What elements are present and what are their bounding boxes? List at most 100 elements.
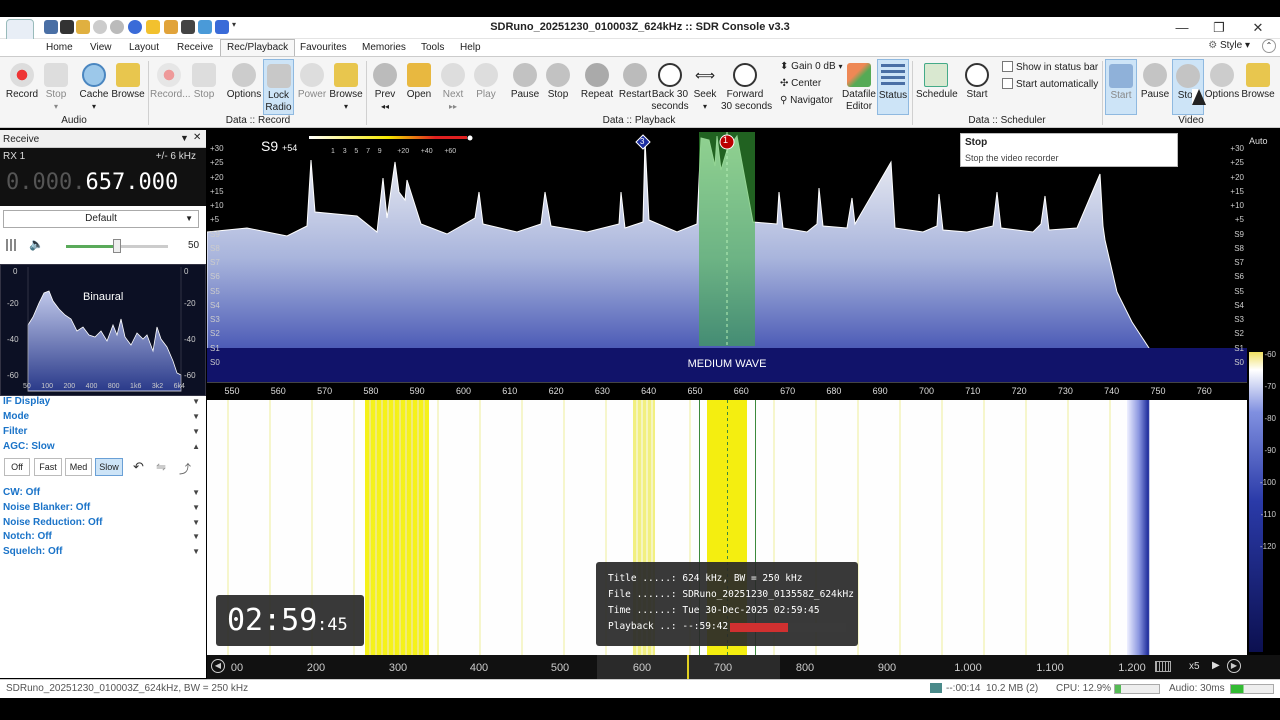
keyboard-icon[interactable] bbox=[1155, 661, 1171, 672]
lock-radio-button[interactable]: Lock Radio bbox=[263, 59, 294, 115]
audio-cache-button[interactable]: Cache ▾ bbox=[77, 59, 111, 115]
audio-stop-button[interactable]: Stop ▾ bbox=[41, 59, 71, 115]
video-icon bbox=[1109, 64, 1133, 88]
menu-help[interactable]: Help bbox=[454, 40, 487, 55]
waterfall-level-scale[interactable]: Auto -60 -70 -80 -90 -100 -110 -120 bbox=[1247, 132, 1280, 655]
section-agc[interactable]: AGC: Slow ▲ bbox=[0, 440, 206, 454]
playback-clock: 02:59 :45 bbox=[216, 595, 364, 646]
panel-menu-icon[interactable]: ▼ bbox=[180, 133, 189, 143]
section-notch[interactable]: Notch: Off ▼ bbox=[0, 530, 206, 544]
graph-icon[interactable]: ⤴ bbox=[179, 460, 191, 477]
playback-progress-fill bbox=[730, 623, 788, 632]
menu-memories[interactable]: Memories bbox=[356, 40, 412, 55]
show-in-status-bar-checkbox[interactable]: Show in status bar bbox=[1002, 61, 1098, 73]
menu-home[interactable]: Home bbox=[40, 40, 79, 55]
preset-dropdown[interactable]: Default ▼ bbox=[3, 210, 199, 228]
forward-30-button[interactable]: Forward 30 seconds bbox=[721, 59, 772, 115]
agc-off-button[interactable]: Off bbox=[4, 458, 30, 476]
minimize-button[interactable]: — bbox=[1167, 19, 1197, 37]
collapse-ribbon-icon[interactable]: ⌃ bbox=[1262, 39, 1276, 53]
next-button[interactable]: Next ▸▸ bbox=[438, 59, 468, 115]
bar-chart-icon[interactable] bbox=[6, 239, 18, 251]
schedule-button[interactable]: Schedule bbox=[916, 59, 958, 115]
auto-button[interactable]: Auto bbox=[1249, 136, 1268, 146]
pencil-icon bbox=[847, 63, 871, 87]
speaker-icon[interactable]: 🔈 bbox=[29, 237, 44, 251]
agc-slow-button[interactable]: Slow bbox=[95, 458, 123, 476]
spectrum-display[interactable]: MEDIUM WAVE 1 3 S9 +54 1 3 5 7 9 +20 +40… bbox=[207, 132, 1247, 382]
menu-rec-playback[interactable]: Rec/Playback bbox=[220, 39, 296, 56]
menu-tools[interactable]: Tools bbox=[415, 40, 450, 55]
video-pause-button[interactable]: Pause bbox=[1139, 59, 1171, 115]
open-button[interactable]: Open bbox=[404, 59, 434, 115]
repeat-button[interactable]: Repeat bbox=[579, 59, 615, 115]
style-menu[interactable]: ⚙ Style ▾ bbox=[1208, 40, 1250, 51]
datafile-editor-button[interactable]: Datafile Editor bbox=[842, 59, 876, 115]
menu-layout[interactable]: Layout bbox=[123, 40, 165, 55]
playback-stop-button[interactable]: Stop bbox=[543, 59, 573, 115]
y-left-3: -60 bbox=[7, 371, 19, 380]
play-button[interactable]: Play bbox=[471, 59, 501, 115]
gain-dropdown[interactable]: ⬍ Gain 0 dB ▾ bbox=[780, 61, 842, 72]
section-noise-blanker[interactable]: Noise Blanker: Off ▼ bbox=[0, 501, 206, 515]
video-browse-button[interactable]: Browse bbox=[1240, 59, 1276, 115]
scheduler-start-button[interactable]: Start bbox=[961, 59, 993, 115]
section-if-display[interactable]: IF Display ▼ bbox=[0, 395, 206, 409]
chevron-down-icon: ▼ bbox=[192, 532, 200, 541]
center-button[interactable]: ✣ Center bbox=[780, 78, 821, 89]
x-tick: 1k6 bbox=[130, 383, 142, 390]
timeline-rewind-icon[interactable]: ◀ bbox=[211, 659, 225, 673]
status-button[interactable]: Status bbox=[877, 59, 909, 115]
y-axis-label-left: +15 bbox=[210, 186, 224, 196]
record-icon bbox=[157, 63, 181, 87]
volume-slider-thumb[interactable] bbox=[113, 239, 121, 253]
restart-button[interactable]: Restart bbox=[618, 59, 652, 115]
start-automatically-checkbox[interactable]: Start automatically bbox=[1002, 78, 1098, 90]
section-squelch[interactable]: Squelch: Off ▼ bbox=[0, 545, 206, 559]
y-axis-label-left: +10 bbox=[210, 201, 224, 211]
frequency-axis[interactable]: 550 560 570 580 590 600 610 620 630 640 650 660 670 6… bbox=[207, 382, 1247, 400]
timeline-forward-icon[interactable]: ▶ bbox=[1227, 659, 1241, 673]
y-left-1: -20 bbox=[7, 299, 19, 308]
zoom-next-icon[interactable]: ▶ bbox=[1212, 660, 1220, 671]
section-filter[interactable]: Filter ▼ bbox=[0, 425, 206, 439]
audio-record-button[interactable]: Record bbox=[4, 59, 40, 115]
agc-fast-button[interactable]: Fast bbox=[34, 458, 62, 476]
menu-view[interactable]: View bbox=[84, 40, 118, 55]
zoom-label[interactable]: x5 bbox=[1189, 661, 1200, 672]
audio-spectrum-plot bbox=[27, 267, 182, 392]
folder-open-icon bbox=[407, 63, 431, 87]
seek-button[interactable]: ⟺ Seek ▾ bbox=[690, 59, 720, 115]
audio-browse-button[interactable]: Browse bbox=[111, 59, 145, 115]
power-icon bbox=[300, 63, 324, 87]
link-icon[interactable]: ⇋ bbox=[156, 460, 166, 474]
spectrum-plot bbox=[207, 132, 1247, 382]
data-stop-button[interactable]: Stop bbox=[189, 59, 219, 115]
undo-icon[interactable]: ↶ bbox=[133, 459, 144, 475]
data-options-button[interactable]: Options bbox=[225, 59, 263, 115]
info-file: File ......: SDRuno_20251230_013558Z_624… bbox=[608, 589, 854, 600]
prev-button[interactable]: Prev ◂◂ bbox=[370, 59, 400, 115]
data-browse-button[interactable]: Browse ▾ bbox=[329, 59, 363, 115]
section-noise-reduction[interactable]: Noise Reduction: Off ▼ bbox=[0, 516, 206, 530]
data-record-button[interactable]: Record... bbox=[150, 59, 191, 115]
section-mode[interactable]: Mode ▼ bbox=[0, 410, 206, 424]
close-icon[interactable]: ✕ bbox=[193, 132, 201, 143]
label: Browse bbox=[111, 89, 145, 100]
close-button[interactable]: ✕ bbox=[1243, 19, 1273, 37]
video-start-button[interactable]: Start bbox=[1105, 59, 1137, 115]
back-30-button[interactable]: Back 30 seconds bbox=[651, 59, 689, 115]
frequency-display[interactable]: 0.000.657.000 bbox=[6, 170, 178, 195]
menu-receive[interactable]: Receive bbox=[171, 40, 219, 55]
section-cw[interactable]: CW: Off ▼ bbox=[0, 486, 206, 500]
y-axis-label-right: S0 bbox=[1234, 358, 1244, 367]
menu-favourites[interactable]: Favourites bbox=[294, 40, 353, 55]
maximize-button[interactable]: ❐ bbox=[1204, 19, 1234, 37]
agc-med-button[interactable]: Med bbox=[65, 458, 92, 476]
video-options-button[interactable]: Options bbox=[1204, 59, 1240, 115]
video-stop-button[interactable]: Stop bbox=[1172, 59, 1204, 115]
power-button[interactable]: Power bbox=[296, 59, 328, 115]
pause-button[interactable]: Pause bbox=[508, 59, 542, 115]
timeline-bar[interactable]: ◀ 00 200 300 400 500 600 700 800 900 1.000 1.100 1.… bbox=[207, 655, 1280, 679]
navigator-button[interactable]: ⚲ Navigator bbox=[780, 95, 833, 106]
